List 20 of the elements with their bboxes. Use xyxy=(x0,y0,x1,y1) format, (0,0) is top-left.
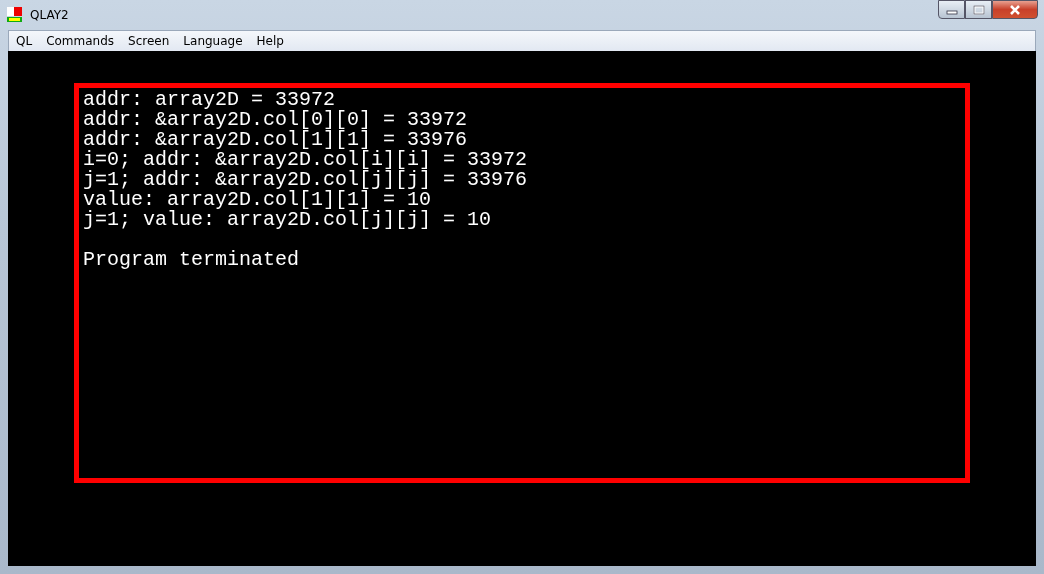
minimize-button[interactable] xyxy=(938,0,965,19)
output-line: j=1; addr: &array2D.col[j][j] = 33976 xyxy=(83,170,528,190)
menu-item[interactable]: Help xyxy=(249,34,291,48)
output-line: i=0; addr: &array2D.col[i][i] = 33972 xyxy=(83,150,528,170)
menu-item[interactable]: Commands xyxy=(39,34,122,48)
maximize-icon xyxy=(972,4,985,15)
close-icon xyxy=(1008,3,1022,16)
output-line: addr: array2D = 33972 xyxy=(83,90,336,110)
maximize-button[interactable] xyxy=(965,0,992,19)
output-line: addr: &array2D.col[1][1] = 33976 xyxy=(83,130,468,150)
app-icon xyxy=(6,6,24,24)
output-line: addr: &array2D.col[0][0] = 33972 xyxy=(83,110,468,130)
status-line: Program terminated xyxy=(83,250,300,270)
menu-item[interactable]: Language xyxy=(176,34,250,48)
output-line: value: array2D.col[1][1] = 10 xyxy=(83,190,432,210)
menu-item[interactable]: QL xyxy=(9,34,40,48)
output-line: j=1; value: array2D.col[j][j] = 10 xyxy=(83,210,492,230)
close-button[interactable] xyxy=(992,0,1038,19)
window-title: QLAY2 xyxy=(30,8,69,22)
menu-item[interactable]: Screen xyxy=(121,34,177,48)
